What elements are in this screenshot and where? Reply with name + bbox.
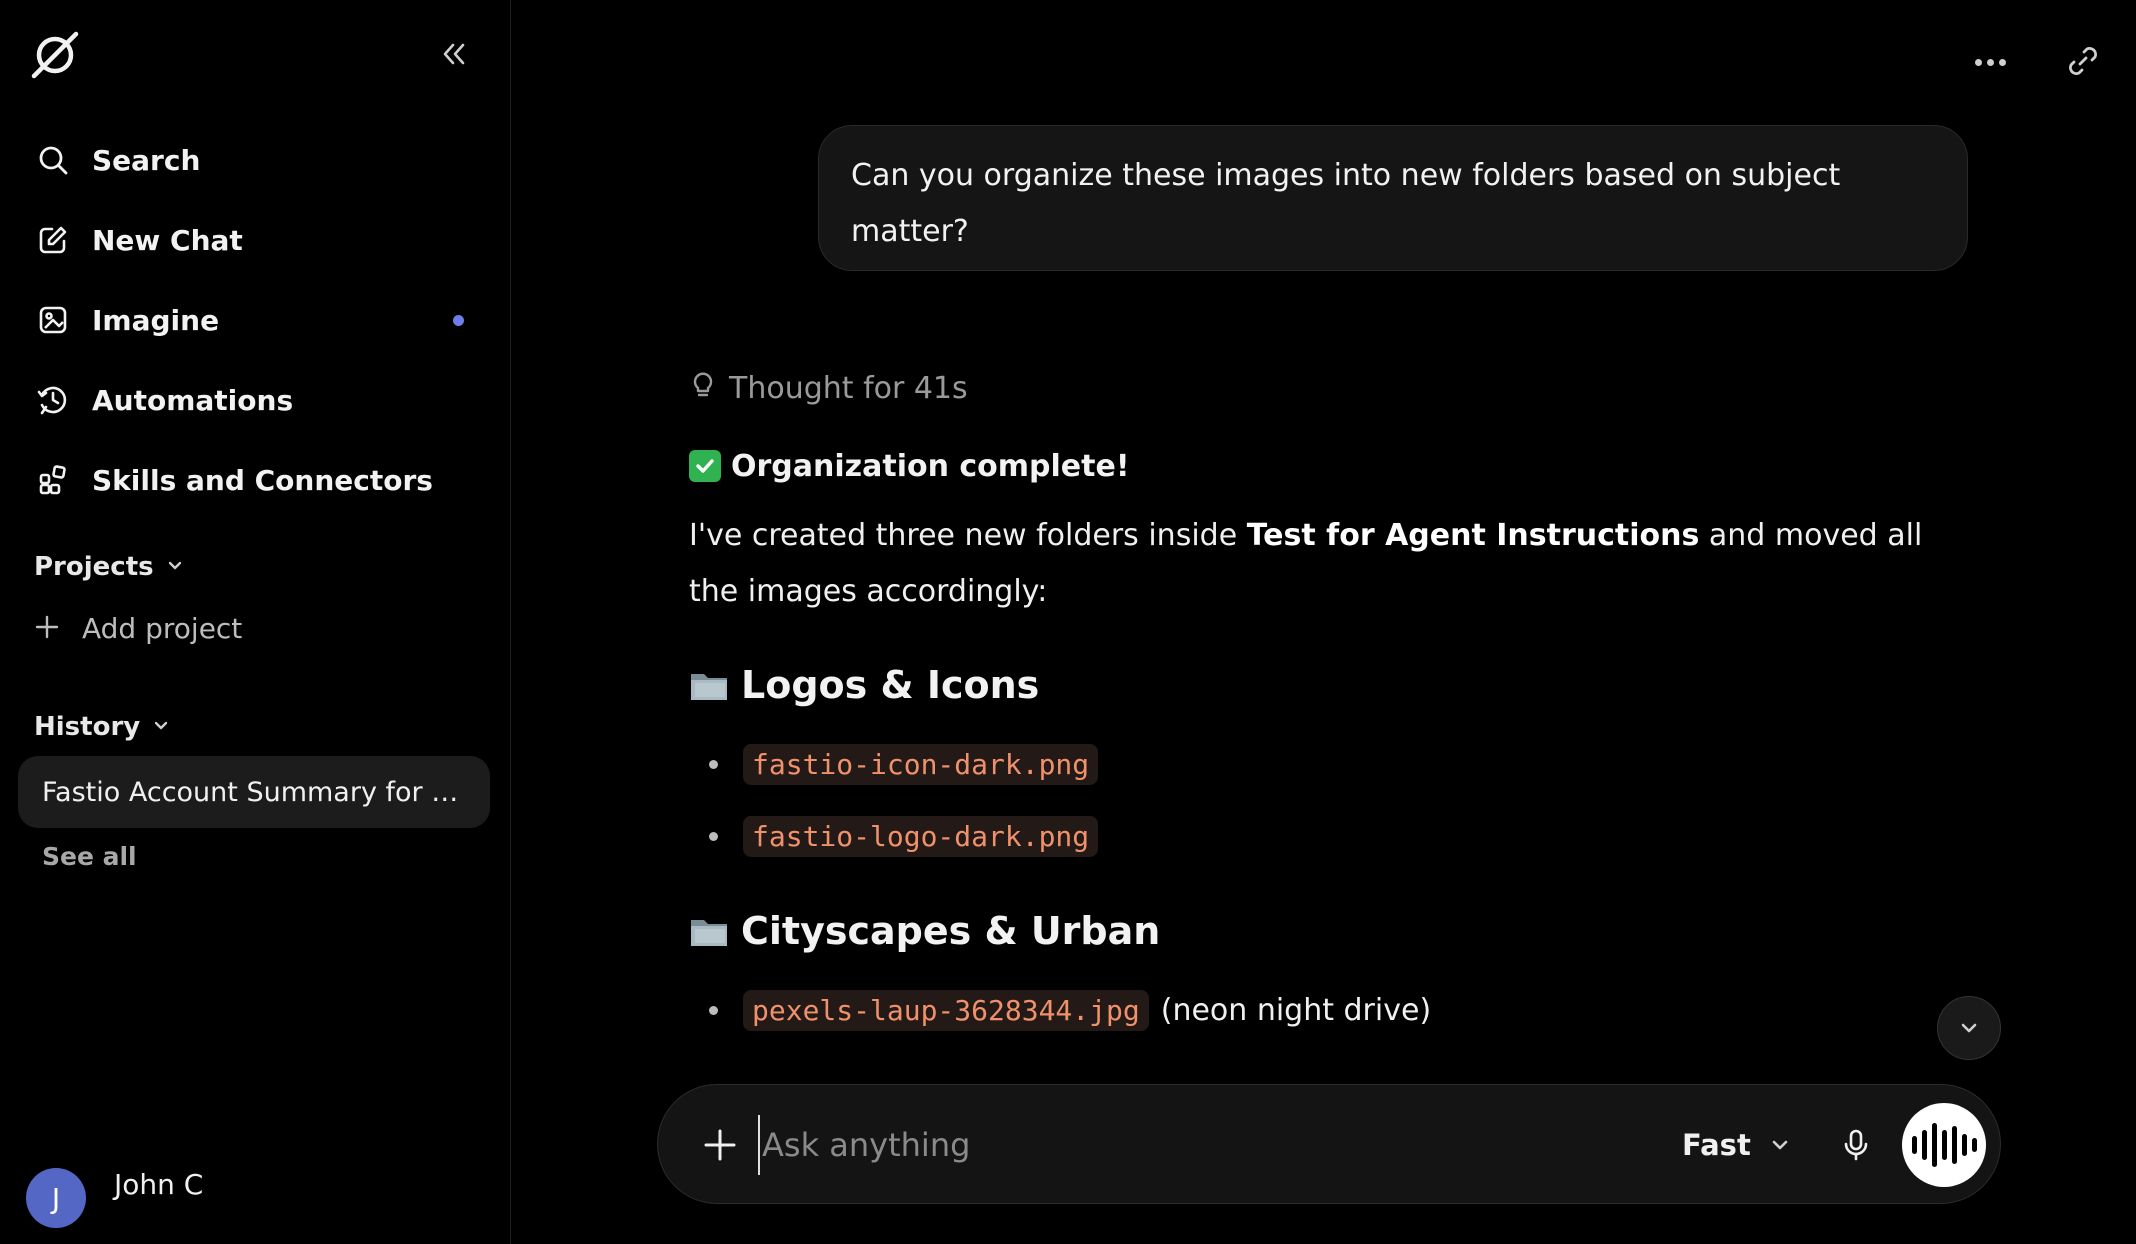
collapse-sidebar-icon[interactable]	[436, 36, 472, 72]
folder-icon	[689, 668, 729, 702]
history-item[interactable]: Fastio Account Summary for …	[18, 756, 490, 828]
more-options-icon[interactable]	[1970, 46, 2010, 78]
history-title: History	[34, 712, 141, 742]
chevron-down-icon	[152, 716, 170, 738]
clock-icon	[36, 383, 70, 417]
see-all-history-link[interactable]: See all	[42, 842, 137, 871]
ask-input[interactable]	[758, 1115, 1598, 1175]
chevron-down-icon	[166, 556, 184, 578]
sidebar: Search New Chat Imagine Automations Skil…	[0, 0, 511, 1244]
projects-section-toggle[interactable]: Projects	[34, 552, 184, 582]
sidebar-item-label: New Chat	[92, 223, 243, 257]
folder-icon	[689, 914, 729, 948]
assistant-response: Thought for 41s Organization complete! I…	[689, 360, 1969, 1046]
composer: Fast	[657, 1084, 2001, 1204]
list-item: fastio-logo-dark.png	[689, 800, 1969, 872]
new-badge-dot	[453, 315, 464, 326]
sidebar-item-label: Skills and Connectors	[92, 463, 433, 497]
add-project-label: Add project	[82, 612, 243, 645]
folder-title: Cityscapes & Urban	[741, 909, 1161, 953]
user-name: John C	[114, 1167, 204, 1201]
add-project-button[interactable]: Add project	[34, 612, 242, 645]
plus-icon	[34, 614, 60, 644]
file-list: pexels-laup-3628344.jpg (neon night drive…	[689, 974, 1969, 1046]
list-item: pexels-laup-3628344.jpg (neon night drive…	[689, 974, 1969, 1046]
folder-heading: Logos & Icons	[689, 654, 1969, 716]
sidebar-item-new-chat[interactable]: New Chat	[18, 200, 488, 280]
voice-mode-button[interactable]	[1902, 1103, 1986, 1187]
thought-label: Thought for 41s	[729, 370, 968, 406]
intro-paragraph: I've created three new folders inside Te…	[689, 518, 1923, 609]
folder-title: Logos & Icons	[741, 663, 1040, 707]
grid-icon	[36, 463, 70, 497]
chevron-down-icon	[1772, 1140, 1788, 1150]
sidebar-item-label: Imagine	[92, 303, 220, 337]
share-link-icon[interactable]	[2064, 42, 2102, 80]
search-icon	[36, 143, 70, 177]
avatar: J	[26, 1168, 86, 1228]
sidebar-item-skills-and-connectors[interactable]: Skills and Connectors	[18, 440, 488, 520]
sidebar-item-label: Search	[92, 143, 201, 177]
image-icon	[36, 303, 70, 337]
file-name: pexels-laup-3628344.jpg	[743, 989, 1149, 1031]
folder-heading: Cityscapes & Urban	[689, 900, 1969, 962]
chevron-down-icon	[1961, 1023, 1977, 1033]
scroll-to-bottom-button[interactable]	[1937, 996, 2001, 1060]
sidebar-item-label: Automations	[92, 383, 294, 417]
thought-toggle[interactable]: Thought for 41s	[689, 360, 1969, 416]
user-profile[interactable]: J John C	[26, 1168, 203, 1228]
sidebar-item-imagine[interactable]: Imagine	[18, 280, 488, 360]
sidebar-item-automations[interactable]: Automations	[18, 360, 488, 440]
list-item: fastio-icon-dark.png	[689, 728, 1969, 800]
file-name: fastio-icon-dark.png	[743, 743, 1099, 785]
status-title: Organization complete!	[731, 448, 1130, 484]
history-section-toggle[interactable]: History	[34, 712, 170, 742]
sidebar-nav: Search New Chat Imagine Automations Skil…	[18, 120, 488, 520]
microphone-icon[interactable]	[1832, 1121, 1880, 1169]
file-name: fastio-logo-dark.png	[743, 815, 1099, 857]
sidebar-item-search[interactable]: Search	[18, 120, 488, 200]
history-item-label: Fastio Account Summary for …	[42, 776, 459, 808]
checkmark-icon	[689, 450, 721, 482]
edit-icon	[36, 223, 70, 257]
folder-name-highlight: Test for Agent Instructions	[1246, 518, 1700, 553]
app-logo[interactable]	[28, 28, 82, 82]
mode-label: Fast	[1682, 1128, 1751, 1162]
file-list: fastio-icon-dark.png fastio-logo-dark.pn…	[689, 728, 1969, 872]
attach-plus-icon[interactable]	[698, 1123, 742, 1167]
lightbulb-icon	[689, 369, 717, 407]
mode-selector[interactable]: Fast	[1682, 1119, 1791, 1171]
status-heading: Organization complete!	[689, 438, 1969, 494]
user-message-bubble: Can you organize these images into new f…	[818, 125, 1968, 271]
projects-title: Projects	[34, 552, 154, 582]
file-note: (neon night drive)	[1160, 992, 1432, 1028]
